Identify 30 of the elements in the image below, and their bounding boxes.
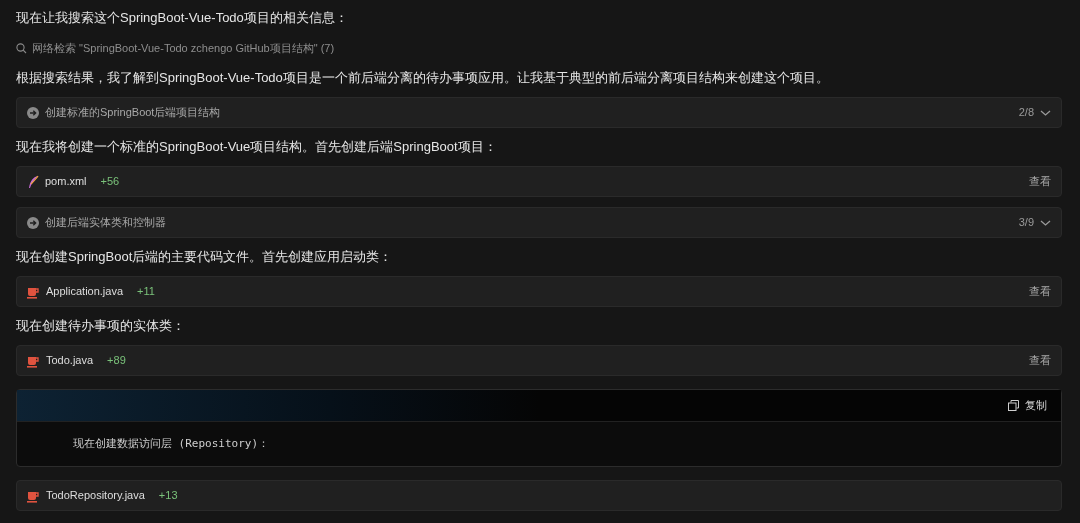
view-button[interactable]: 查看 (1029, 173, 1051, 190)
view-button[interactable]: 查看 (1029, 283, 1051, 300)
step-title: 创建标准的SpringBoot后端项目结构 (45, 105, 222, 121)
message-text: 现在创建待办事项的实体类： (16, 317, 186, 335)
feather-icon (27, 174, 39, 189)
search-icon (16, 42, 27, 54)
diff-count: +56 (100, 174, 121, 190)
message-text: 根据搜索结果，我了解到SpringBoot-Vue-Todo项目是一个前后端分离的待办事项应用。让我基于典型的前后端分离项目结构来创建这个项目。 (16, 69, 830, 87)
code-text: 现在创建数据访问层 (Repository)： (73, 435, 270, 452)
arrow-circle-icon (27, 106, 39, 119)
file-name: Todo.java (46, 353, 94, 369)
step-title: 创建后端实体类和控制器 (45, 215, 167, 231)
diff-count: +89 (107, 353, 127, 369)
message-text: 现在让我搜索这个SpringBoot-Vue-Todo项目的相关信息： (16, 9, 349, 27)
file-name: TodoRepository.java (46, 488, 145, 504)
step-counter: 3/9 (1018, 215, 1034, 231)
file-name: pom.xml (45, 174, 87, 190)
arrow-circle-icon (27, 216, 39, 229)
view-button[interactable]: 查看 (1029, 352, 1051, 369)
copy-icon (1008, 400, 1019, 411)
step-bar[interactable]: 创建标准的SpringBoot后端项目结构 2/8 (16, 97, 1062, 128)
diff-count: +11 (137, 284, 156, 300)
message-text: 现在我将创建一个标准的SpringBoot-Vue项目结构。首先创建后端SpringBoot项目： (16, 138, 498, 156)
diff-count: +13 (158, 488, 179, 504)
search-status-text: 网络检索 "SpringBoot-Vue-Todo zchengo GitHub项目结构" (7) (32, 40, 335, 56)
message-text: 现在创建SpringBoot后端的主要代码文件。首先创建应用启动类： (16, 248, 394, 266)
copy-button[interactable]: 复制 (1008, 397, 1047, 414)
step-bar[interactable]: 创建后端实体类和控制器 3/9 (16, 207, 1062, 238)
file-name: Application.java (46, 284, 124, 300)
step-counter: 2/8 (1018, 105, 1034, 121)
